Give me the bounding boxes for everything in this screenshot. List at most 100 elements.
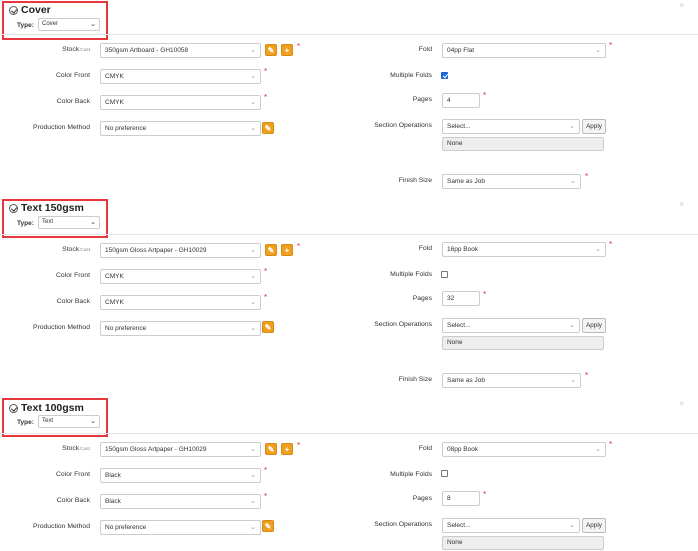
multiple-folds-checkbox[interactable]: [441, 271, 448, 278]
fold-select[interactable]: 16pp Book ⌄: [442, 242, 606, 257]
stock-select[interactable]: 350gsm Artboard - GH10058 ⌄: [100, 43, 261, 58]
close-section-button[interactable]: ×: [679, 201, 684, 209]
stock-select[interactable]: 150gsm Gloss Artpaper - GH10029 ⌄: [100, 442, 261, 457]
add-stock-button[interactable]: +: [281, 44, 293, 56]
finish-size-value: Same as Job: [447, 377, 485, 384]
chevron-down-icon: ⌄: [250, 325, 256, 332]
stock-select[interactable]: 150gsm Gloss Artpaper - GH10029 ⌄: [100, 243, 261, 258]
color-front-label: Color Front: [56, 471, 90, 478]
color-back-select[interactable]: Black ⌄: [100, 494, 261, 509]
section-title-text: Text 100gsm: [21, 402, 84, 414]
color-front-label: Color Front: [56, 272, 90, 279]
multiple-folds-label: Multiple Folds: [390, 471, 432, 478]
required-mark: *: [264, 466, 268, 475]
color-back-select[interactable]: CMYK ⌄: [100, 295, 261, 310]
divider: [0, 234, 698, 235]
production-method-label: Production Method: [32, 124, 90, 131]
add-stock-button[interactable]: +: [281, 244, 293, 256]
finish-size-select[interactable]: Same as Job ⌄: [442, 373, 581, 388]
type-select[interactable]: Text ⌄: [38, 216, 100, 229]
chevron-down-icon: ⌄: [570, 377, 576, 384]
production-method-select[interactable]: No preference ⌄: [100, 520, 261, 535]
apply-button[interactable]: Apply: [582, 119, 606, 134]
fold-label: Fold: [418, 245, 432, 252]
production-method-label: Production Method: [32, 324, 90, 331]
color-front-label: Color Front: [56, 72, 90, 79]
close-section-button[interactable]: ×: [679, 2, 684, 10]
apply-button[interactable]: Apply: [582, 318, 606, 333]
section-operations-value: Select...: [447, 522, 471, 529]
edit-stock-button[interactable]: ✎: [265, 244, 277, 256]
pages-input[interactable]: 8: [442, 491, 480, 506]
multiple-folds-label: Multiple Folds: [390, 72, 432, 79]
pages-input[interactable]: 32: [442, 291, 480, 306]
required-mark: *: [585, 371, 589, 380]
required-mark: *: [483, 290, 487, 299]
section-operations-label: Section Operations: [374, 122, 432, 129]
required-mark: *: [297, 441, 301, 450]
color-back-select[interactable]: CMYK ⌄: [100, 95, 261, 110]
finish-size-select[interactable]: Same as Job ⌄: [442, 174, 581, 189]
stock-select-value: 350gsm Artboard - GH10058: [105, 47, 189, 54]
section-operations-select[interactable]: Select... ⌄: [442, 318, 580, 333]
pages-label: Pages: [412, 295, 432, 302]
type-select-value: Text: [42, 219, 54, 225]
fold-select[interactable]: 04pp Flat ⌄: [442, 43, 606, 58]
required-mark: *: [297, 242, 301, 251]
color-front-select[interactable]: Black ⌄: [100, 468, 261, 483]
divider: [0, 34, 698, 35]
check-circle-icon: [9, 203, 18, 213]
chevron-down-icon: ⌄: [90, 21, 96, 28]
color-front-value: CMYK: [105, 73, 124, 80]
type-select[interactable]: Cover ⌄: [38, 18, 100, 31]
color-front-value: CMYK: [105, 273, 124, 280]
pages-label: Pages: [412, 495, 432, 502]
type-select-value: Text: [42, 418, 54, 424]
section-title: Text 100gsm: [9, 402, 84, 414]
chevron-down-icon: ⌄: [570, 178, 576, 185]
edit-production-method-button[interactable]: ✎: [262, 520, 274, 532]
production-method-value: No preference: [105, 325, 147, 332]
stock-label-text: Stock: [62, 46, 80, 53]
close-section-button[interactable]: ×: [679, 400, 684, 408]
type-label: Type:: [17, 220, 34, 227]
color-front-select[interactable]: CMYK ⌄: [100, 269, 261, 284]
edit-stock-button[interactable]: ✎: [265, 443, 277, 455]
section-operations-select[interactable]: Select... ⌄: [442, 518, 580, 533]
required-mark: *: [264, 267, 268, 276]
edit-production-method-button[interactable]: ✎: [262, 321, 274, 333]
stock-label-text: Stock: [62, 445, 80, 452]
pages-label: Pages: [412, 96, 432, 103]
finish-size-label: Finish Size: [398, 376, 432, 383]
add-stock-button[interactable]: +: [281, 443, 293, 455]
multiple-folds-checkbox[interactable]: [441, 470, 448, 477]
type-select[interactable]: Text ⌄: [38, 415, 100, 428]
chevron-down-icon: ⌄: [250, 73, 256, 80]
type-label: Type:: [17, 419, 34, 426]
required-mark: *: [609, 440, 613, 449]
section-operations-label: Section Operations: [374, 521, 432, 528]
production-method-select[interactable]: No preference ⌄: [100, 321, 261, 336]
required-mark: *: [264, 67, 268, 76]
edit-production-method-button[interactable]: ✎: [262, 122, 274, 134]
color-front-select[interactable]: CMYK ⌄: [100, 69, 261, 84]
multiple-folds-checkbox[interactable]: [441, 72, 448, 79]
required-mark: *: [483, 91, 487, 100]
chevron-down-icon: ⌄: [90, 219, 96, 226]
section-operations-value: Select...: [447, 123, 471, 130]
chevron-down-icon: ⌄: [569, 322, 575, 329]
fold-select[interactable]: 08pp Book ⌄: [442, 442, 606, 457]
chevron-down-icon: ⌄: [90, 418, 96, 425]
section-text-100gsm: × Text 100gsm Type: Text ⌄ StockCust 150…: [0, 398, 698, 551]
stock-sub-label: Cust: [80, 248, 90, 253]
production-method-select[interactable]: No preference ⌄: [100, 121, 261, 136]
color-back-label: Color Back: [56, 497, 90, 504]
pages-input[interactable]: 4: [442, 93, 480, 108]
chevron-down-icon: ⌄: [595, 446, 601, 453]
section-title: Cover: [9, 4, 51, 16]
section-operations-select[interactable]: Select... ⌄: [442, 119, 580, 134]
apply-button[interactable]: Apply: [582, 518, 606, 533]
type-select-value: Cover: [42, 21, 59, 27]
section-title-text: Text 150gsm: [21, 202, 84, 214]
edit-stock-button[interactable]: ✎: [265, 44, 277, 56]
